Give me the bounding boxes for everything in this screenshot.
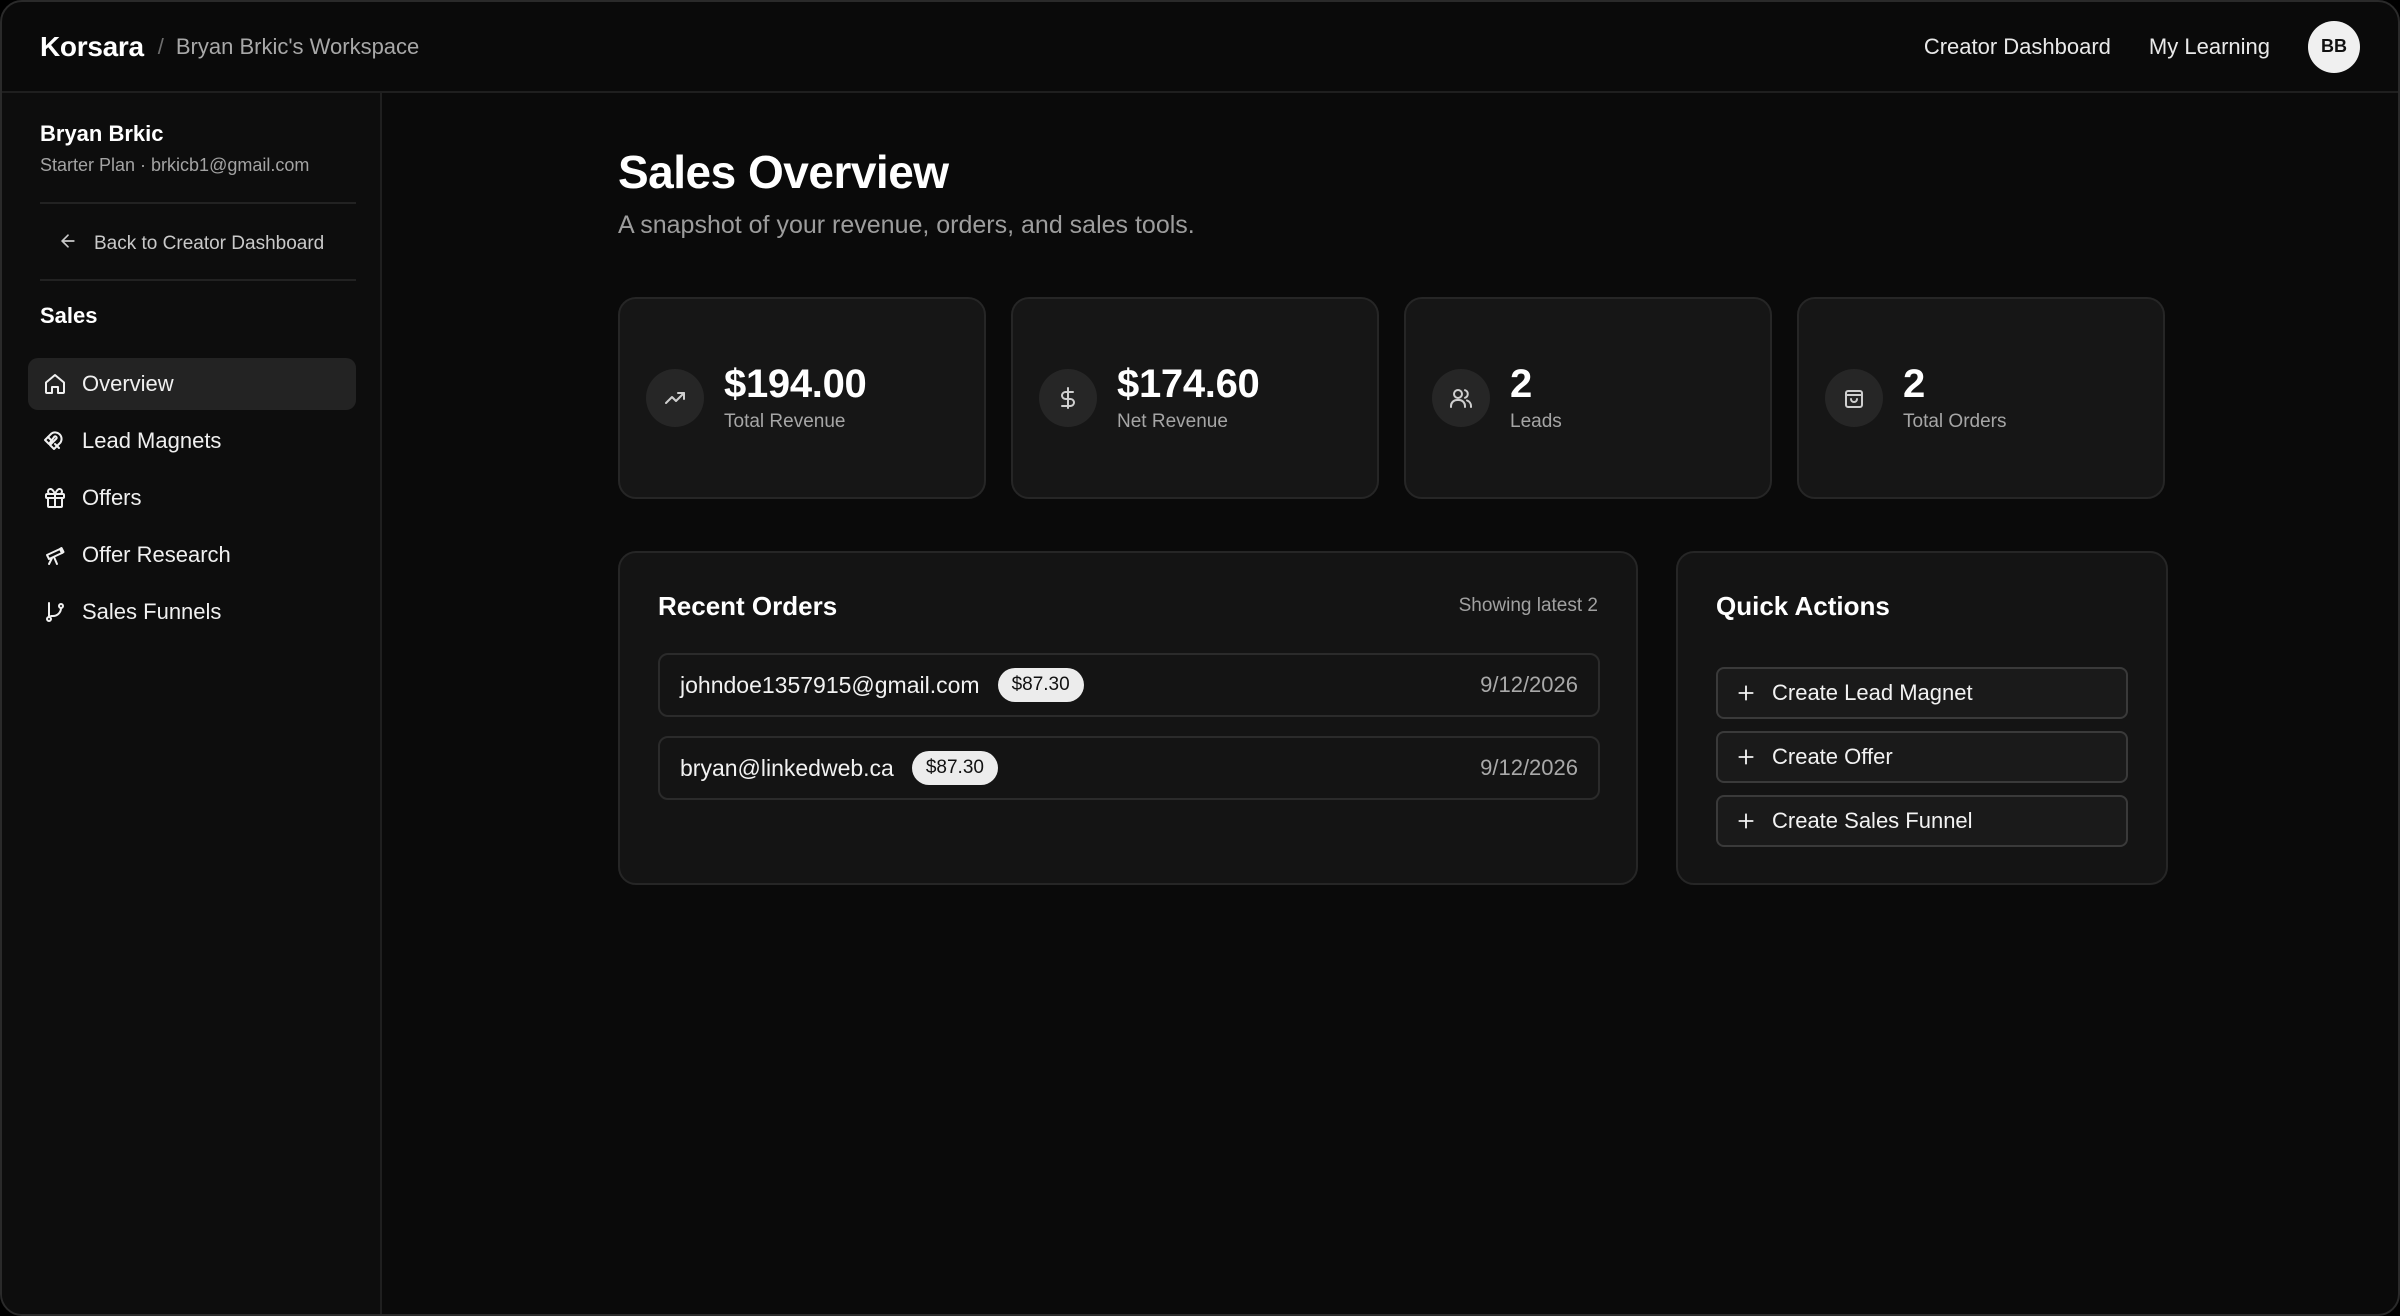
- quick-actions-card: Quick Actions Create Lead Magnet Create …: [1676, 551, 2168, 885]
- brand-logo[interactable]: Korsara: [40, 31, 144, 63]
- stats-row: $194.00 Total Revenue $174.60 Net Revenu…: [618, 297, 2165, 499]
- page-subtitle: A snapshot of your revenue, orders, and …: [618, 211, 1195, 239]
- breadcrumb-separator: /: [157, 33, 164, 59]
- gift-icon: [42, 485, 68, 511]
- stat-card-net-revenue: $174.60 Net Revenue: [1011, 297, 1379, 499]
- stat-value: 2: [1510, 362, 1532, 406]
- sidebar-item-label: Sales Funnels: [82, 599, 222, 624]
- stat-card-total-orders: 2 Total Orders: [1797, 297, 2165, 499]
- arrow-left-icon: [58, 231, 94, 257]
- user-block: Bryan Brkic Starter Plan · brkicb1@gmail…: [40, 121, 309, 176]
- user-name: Bryan Brkic: [40, 121, 164, 146]
- plus-icon: [1736, 811, 1756, 831]
- create-sales-funnel-button[interactable]: Create Sales Funnel: [1716, 795, 2128, 847]
- top-bar: Korsara / Bryan Brkic's Workspace Creato…: [2, 2, 2398, 93]
- sidebar-item-lead-magnets[interactable]: Lead Magnets: [28, 415, 356, 467]
- plus-icon: [1736, 683, 1756, 703]
- sidebar-divider: [40, 202, 356, 204]
- app-window: Korsara / Bryan Brkic's Workspace Creato…: [0, 0, 2400, 1316]
- stat-value: $174.60: [1117, 362, 1260, 406]
- table-row[interactable]: johndoe1357915@gmail.com $87.30 9/12/202…: [658, 653, 1600, 717]
- sidebar-item-offers[interactable]: Offers: [28, 472, 356, 524]
- dollar-icon: [1039, 369, 1097, 427]
- top-nav: Creator Dashboard My Learning BB: [1924, 20, 2360, 73]
- sidebar-item-offer-research[interactable]: Offer Research: [28, 529, 356, 581]
- order-date: 9/12/2026: [1480, 672, 1578, 697]
- create-lead-magnet-button[interactable]: Create Lead Magnet: [1716, 667, 2128, 719]
- stat-label: Net Revenue: [1117, 411, 1228, 432]
- create-offer-button[interactable]: Create Offer: [1716, 731, 2128, 783]
- recent-orders-title: Recent Orders: [658, 591, 838, 621]
- creator-dashboard-link[interactable]: Creator Dashboard: [1924, 34, 2111, 60]
- git-branch-icon: [42, 599, 68, 625]
- recent-orders-hint: Showing latest 2: [1458, 595, 1598, 616]
- home-icon: [42, 371, 68, 397]
- order-amount-badge: $87.30: [911, 751, 998, 785]
- recent-orders-card: Recent Orders Showing latest 2 johndoe13…: [618, 551, 1638, 885]
- back-to-dashboard-link[interactable]: Back to Creator Dashboard: [58, 231, 324, 257]
- stat-label: Total Orders: [1903, 411, 2007, 432]
- stat-value: $194.00: [724, 362, 867, 406]
- sidebar-item-overview[interactable]: Overview: [28, 358, 356, 410]
- telescope-icon: [42, 542, 68, 568]
- page-title: Sales Overview: [618, 146, 949, 198]
- users-icon: [1432, 369, 1490, 427]
- plus-icon: [1736, 747, 1756, 767]
- stat-label: Total Revenue: [724, 411, 846, 432]
- sidebar-divider: [40, 279, 356, 281]
- stat-value: 2: [1903, 362, 1925, 406]
- trending-up-icon: [646, 369, 704, 427]
- workspace-name[interactable]: Bryan Brkic's Workspace: [176, 34, 419, 60]
- order-amount-badge: $87.30: [997, 668, 1084, 702]
- order-email: johndoe1357915@gmail.com: [680, 671, 980, 698]
- button-label: Create Sales Funnel: [1772, 808, 1973, 833]
- table-row[interactable]: bryan@linkedweb.ca $87.30 9/12/2026: [658, 736, 1600, 800]
- user-plan-email: Starter Plan · brkicb1@gmail.com: [40, 155, 310, 175]
- magnet-icon: [42, 428, 68, 454]
- button-label: Create Offer: [1772, 744, 1893, 769]
- back-link-label: Back to Creator Dashboard: [94, 233, 325, 254]
- my-learning-link[interactable]: My Learning: [2149, 34, 2270, 60]
- quick-actions-title: Quick Actions: [1716, 591, 1890, 621]
- sidebar: Bryan Brkic Starter Plan · brkicb1@gmail…: [2, 93, 382, 1314]
- stat-card-leads: 2 Leads: [1404, 297, 1772, 499]
- sidebar-item-sales-funnels[interactable]: Sales Funnels: [28, 586, 356, 638]
- shopping-bag-icon: [1825, 369, 1883, 427]
- sidebar-item-label: Offer Research: [82, 542, 231, 567]
- sidebar-item-label: Lead Magnets: [82, 428, 222, 453]
- sidebar-item-label: Offers: [82, 485, 142, 510]
- avatar[interactable]: BB: [2308, 20, 2360, 73]
- section-label-sales: Sales: [40, 303, 98, 328]
- stat-label: Leads: [1510, 411, 1562, 432]
- stat-card-total-revenue: $194.00 Total Revenue: [618, 297, 986, 499]
- button-label: Create Lead Magnet: [1772, 680, 1973, 705]
- order-email: bryan@linkedweb.ca: [680, 754, 894, 781]
- sidebar-nav: Overview Lead Magnets Offers Offer Resea…: [28, 358, 356, 643]
- sidebar-item-label: Overview: [82, 371, 174, 396]
- order-date: 9/12/2026: [1480, 755, 1578, 780]
